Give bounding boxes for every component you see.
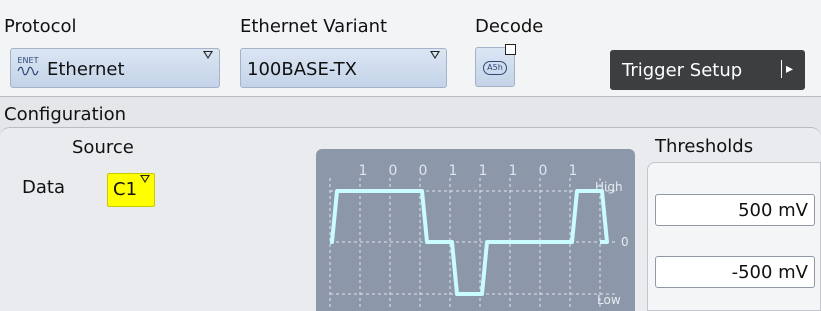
dropdown-arrow-icon [203, 51, 213, 59]
low-threshold-input[interactable] [655, 256, 815, 288]
bit-label: 0 [389, 163, 398, 179]
trigger-setup-label: Trigger Setup [622, 60, 743, 81]
high-threshold-input[interactable] [655, 194, 815, 226]
bit-label: 0 [539, 163, 548, 179]
waveform-illustration: 1 0 0 1 1 1 0 1 High 0 Low [316, 149, 635, 311]
protocol-label: Protocol [4, 16, 77, 37]
trigger-setup-button[interactable]: Trigger Setup ▸ [610, 50, 805, 90]
data-channel-value: C1 [113, 179, 138, 200]
bit-labels: 1 0 0 1 1 1 0 1 [359, 163, 578, 179]
bit-label: 1 [479, 163, 488, 179]
waveform-graphic: 1 0 0 1 1 1 0 1 High 0 Low [329, 163, 629, 309]
ethernet-protocol-icon: ENET [17, 55, 39, 81]
hex-decode-icon: A5h [483, 61, 507, 75]
decode-checkbox[interactable] [505, 44, 516, 55]
protocol-settings-panel: Protocol ENET Ethernet Ethernet Variant … [0, 0, 821, 97]
zero-level-label: 0 [621, 235, 629, 249]
protocol-value: Ethernet [47, 59, 125, 80]
protocol-dropdown[interactable]: ENET Ethernet [10, 48, 220, 88]
dropdown-arrow-icon [140, 175, 150, 183]
decode-label: Decode [475, 16, 544, 37]
bit-label: 1 [359, 163, 368, 179]
bit-label: 1 [569, 163, 578, 179]
thresholds-panel [647, 162, 821, 311]
low-level-label: Low [597, 293, 621, 307]
dropdown-arrow-icon [430, 51, 440, 59]
bit-label: 1 [449, 163, 458, 179]
play-arrow-icon: ▸ [780, 60, 793, 78]
bit-label: 1 [509, 163, 518, 179]
ethernet-variant-value: 100BASE-TX [247, 59, 357, 80]
data-channel-selector[interactable]: C1 [107, 173, 155, 207]
data-source-label: Data [22, 177, 65, 198]
decode-toggle-button[interactable]: A5h [475, 44, 516, 87]
source-title: Source [72, 137, 134, 158]
bit-label: 0 [419, 163, 428, 179]
thresholds-title: Thresholds [655, 136, 754, 157]
ethernet-variant-dropdown[interactable]: 100BASE-TX [240, 48, 447, 88]
ethernet-variant-label: Ethernet Variant [240, 16, 388, 37]
high-level-label: High [595, 180, 623, 194]
configuration-title: Configuration [4, 104, 127, 125]
